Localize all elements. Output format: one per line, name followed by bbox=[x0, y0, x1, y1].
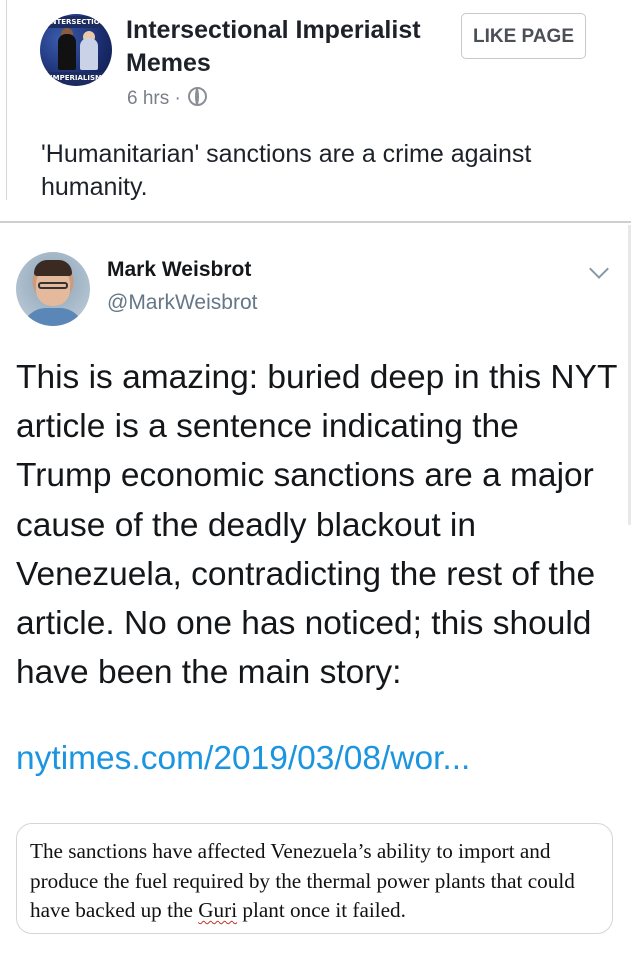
avatar-glasses bbox=[38, 282, 68, 289]
globe-icon[interactable] bbox=[188, 87, 208, 106]
avatar-figure bbox=[58, 34, 76, 70]
tweet-author-avatar[interactable] bbox=[16, 252, 90, 326]
post-divider bbox=[0, 221, 631, 223]
tweet-author-name[interactable]: Mark Weisbrot bbox=[107, 258, 251, 282]
tweet-author-handle[interactable]: @MarkWeisbrot bbox=[107, 291, 257, 315]
post-caption: 'Humanitarian' sanctions are a crime aga… bbox=[41, 140, 532, 201]
avatar-shirt bbox=[22, 308, 84, 326]
tweet-link[interactable]: nytimes.com/2019/03/08/wor... bbox=[16, 734, 470, 783]
avatar-banner-bottom: IMPERIALISM bbox=[46, 72, 106, 84]
meta-separator: · bbox=[174, 88, 181, 109]
chevron-down-icon[interactable] bbox=[589, 259, 609, 279]
avatar-hair bbox=[34, 260, 72, 276]
post-edge-divider bbox=[0, 0, 7, 200]
quoted-image-text: The sanctions have affected Venezuela’s … bbox=[30, 837, 620, 926]
avatar-banner-top: INTERSECTIONAL bbox=[48, 16, 112, 28]
like-page-button[interactable]: LIKE PAGE bbox=[461, 13, 586, 59]
post-meta: 6 hrs · bbox=[127, 87, 208, 110]
tweet-text: This is amazing: buried deep in this NYT… bbox=[16, 359, 617, 692]
quoted-text-part2: plant once it failed. bbox=[237, 898, 406, 922]
facebook-post: INTERSECTIONAL IMPERIALISM Intersectiona… bbox=[0, 0, 631, 222]
quoted-text-underlined: Guri bbox=[198, 898, 238, 922]
page-name-link[interactable]: Intersectional Imperialist Memes bbox=[126, 14, 426, 80]
avatar-figure bbox=[80, 38, 98, 70]
page-avatar[interactable]: INTERSECTIONAL IMPERIALISM bbox=[40, 14, 112, 86]
post-timestamp[interactable]: 6 hrs bbox=[127, 88, 169, 109]
